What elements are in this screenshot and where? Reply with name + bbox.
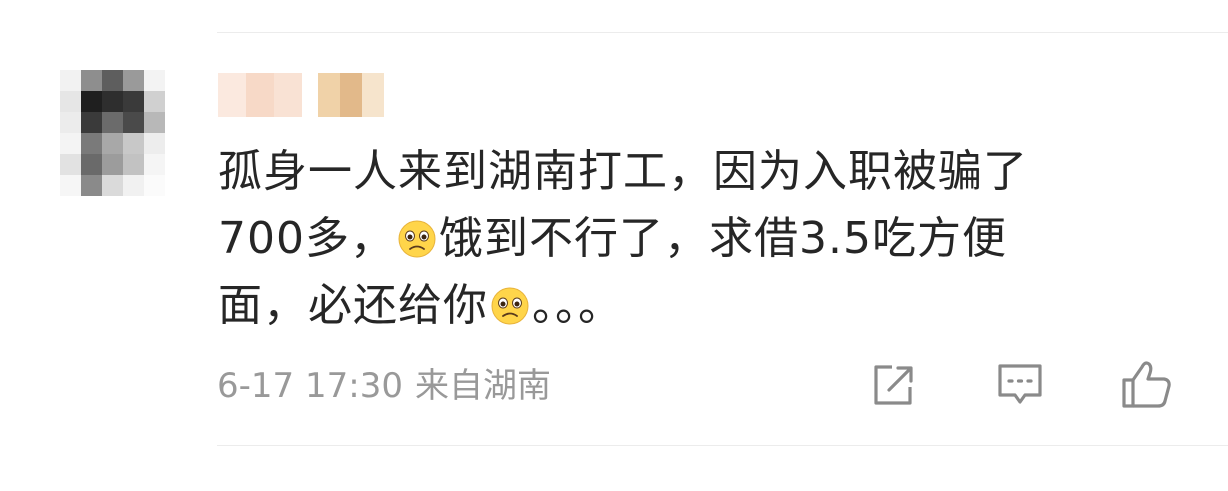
comment-line-2: 700多， 饿到不行了，求借3.5吃方便 xyxy=(218,205,1178,272)
location-label: 来自湖南 xyxy=(414,366,551,406)
share-icon xyxy=(874,365,913,405)
username-redacted[interactable] xyxy=(218,73,384,117)
avatar[interactable] xyxy=(60,70,165,200)
like-button[interactable] xyxy=(1120,358,1174,412)
comment-line-1: 孤身一人来到湖南打工，因为入职被骗了 xyxy=(218,146,1028,197)
bottom-divider xyxy=(217,445,1228,446)
reply-button[interactable] xyxy=(993,358,1047,412)
pleading-face-icon xyxy=(398,220,436,258)
comment-text-segment: 面，必还给你 xyxy=(218,280,488,331)
comment-text-segment: 。。。 xyxy=(532,280,623,331)
thumbs-up-icon xyxy=(1122,361,1171,408)
share-button[interactable] xyxy=(866,358,920,412)
comment-meta: 6-17 17:30 来自湖南 xyxy=(217,362,563,410)
comment-line-3: 面，必还给你 。。。 xyxy=(218,272,1178,339)
comment-text: 孤身一人来到湖南打工，因为入职被骗了 700多， 饿到不行了，求借3.5吃方便 … xyxy=(218,138,1178,339)
timestamp: 6-17 17:30 xyxy=(217,366,403,406)
pleading-face-icon xyxy=(491,287,529,325)
comment-icon xyxy=(998,364,1042,404)
comment-text-segment: 饿到不行了，求借3.5吃方便 xyxy=(438,213,1007,264)
comment-text-segment: 700多， xyxy=(218,213,395,264)
top-divider xyxy=(217,32,1228,33)
